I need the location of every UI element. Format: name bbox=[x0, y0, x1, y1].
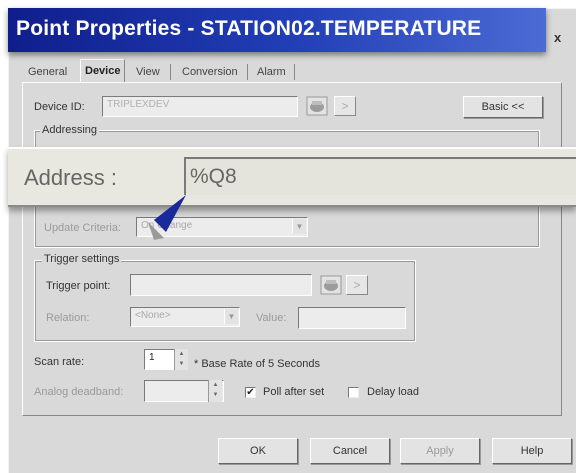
title-bar: Point Properties - STATION02.TEMPERATURE bbox=[8, 8, 546, 52]
value-field[interactable] bbox=[298, 307, 406, 329]
window-title: Point Properties - STATION02.TEMPERATURE bbox=[16, 17, 482, 40]
apply-button[interactable]: Apply bbox=[400, 438, 480, 464]
analog-deadband-label: Analog deadband: bbox=[34, 386, 124, 398]
tab-device[interactable]: Device bbox=[80, 59, 126, 82]
chevron-down-icon[interactable]: ▼ bbox=[224, 309, 238, 324]
address-label: Address : bbox=[24, 165, 117, 190]
scan-rate-note: * Base Rate of 5 Seconds bbox=[194, 358, 320, 370]
device-browse-icon[interactable] bbox=[306, 96, 328, 116]
address-zoom-callout: Address : %Q8 bbox=[8, 147, 576, 207]
device-id-label: Device ID: bbox=[34, 101, 85, 113]
cancel-button[interactable]: Cancel bbox=[310, 438, 390, 464]
analog-deadband-spinner[interactable]: ▲ ▼ bbox=[208, 380, 222, 402]
chevron-down-icon[interactable]: ▼ bbox=[292, 219, 306, 234]
addressing-group-title: Addressing bbox=[40, 124, 100, 136]
update-criteria-label: Update Criteria: bbox=[44, 222, 122, 234]
tab-separator bbox=[294, 64, 295, 80]
trigger-next-button[interactable]: > bbox=[346, 275, 368, 295]
relation-label: Relation: bbox=[46, 312, 90, 324]
trigger-point-label: Trigger point: bbox=[46, 280, 111, 292]
scan-rate-label: Scan rate: bbox=[34, 356, 85, 368]
tab-view[interactable]: View bbox=[132, 63, 164, 81]
tab-separator bbox=[247, 64, 248, 80]
tab-conversion[interactable]: Conversion bbox=[178, 63, 242, 81]
tab-separator bbox=[170, 64, 171, 80]
help-button[interactable]: Help bbox=[492, 438, 572, 464]
tab-general[interactable]: General bbox=[24, 63, 71, 81]
value-label: Value: bbox=[256, 312, 287, 324]
delay-load-checkbox[interactable] bbox=[348, 387, 359, 398]
trigger-settings-title: Trigger settings bbox=[42, 253, 122, 265]
trigger-point-field[interactable] bbox=[130, 274, 312, 296]
trigger-browse-icon[interactable] bbox=[320, 275, 342, 295]
ok-button[interactable]: OK bbox=[218, 438, 298, 464]
device-next-button[interactable]: > bbox=[334, 96, 356, 116]
poll-after-set-checkbox[interactable]: ✔ bbox=[245, 387, 256, 398]
device-id-field[interactable]: TRIPLEXDEV bbox=[102, 96, 298, 117]
delay-load-label: Delay load bbox=[367, 386, 419, 398]
pointer-arrow-icon bbox=[148, 195, 186, 240]
poll-after-set-label: Poll after set bbox=[263, 386, 325, 398]
tab-alarm[interactable]: Alarm bbox=[253, 63, 290, 81]
basic-button[interactable]: Basic << bbox=[463, 96, 543, 118]
address-field[interactable]: %Q8 bbox=[184, 157, 576, 195]
trigger-settings-group bbox=[34, 260, 416, 342]
close-icon[interactable]: x bbox=[554, 30, 561, 45]
scan-rate-spinner[interactable]: ▲ ▼ bbox=[174, 349, 188, 370]
